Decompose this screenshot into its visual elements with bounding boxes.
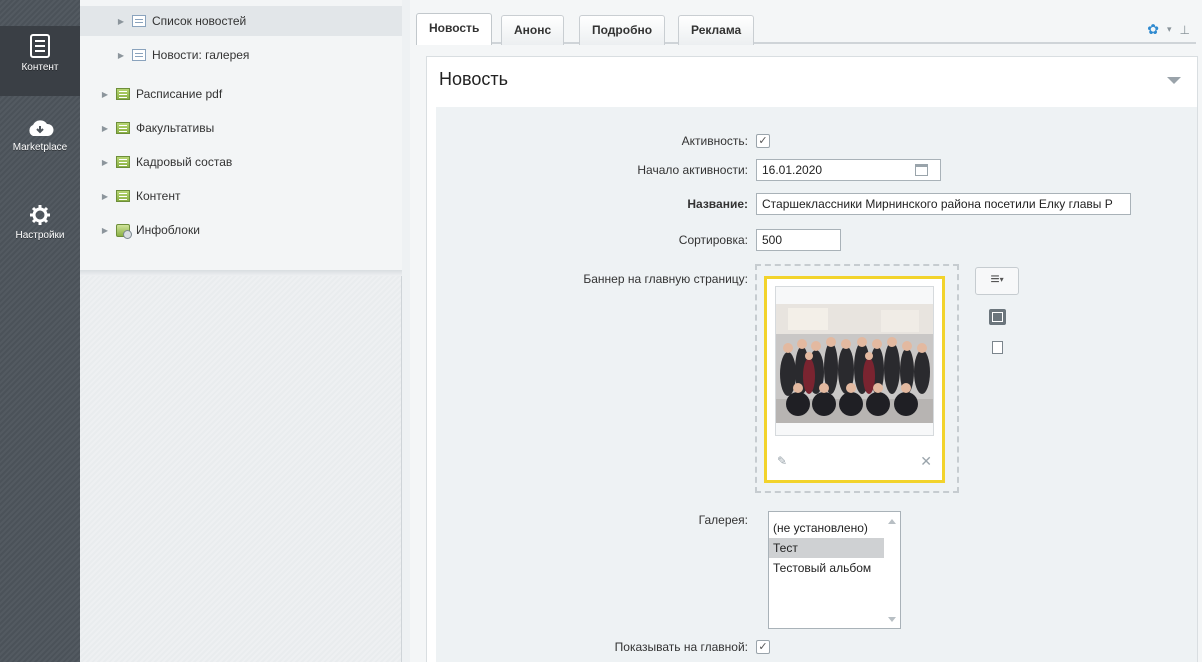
expand-arrow-icon[interactable]: ▶ [98, 124, 112, 133]
chevron-down-icon[interactable]: ▾ [1167, 24, 1172, 35]
pin-icon[interactable]: ⊥ [1180, 23, 1190, 37]
gallery-option[interactable]: (не установлено) [769, 518, 884, 538]
tree-item-news-list[interactable]: ▶ Список новостей [80, 6, 402, 36]
tree-item-infoblocks[interactable]: ▶ Инфоблоки [80, 215, 402, 245]
tree-item-label: Новости: галерея [152, 48, 250, 62]
active-label: Активность: [681, 134, 748, 148]
expand-arrow-icon[interactable]: ▶ [98, 226, 112, 235]
gear-icon[interactable]: ✿ [1147, 21, 1159, 38]
file-icon[interactable] [992, 341, 1003, 354]
section-title: Новость [439, 69, 509, 89]
list-icon [132, 15, 146, 27]
list-icon [132, 49, 146, 61]
cloud-download-icon [29, 120, 54, 136]
form-content: Новость Активность: ✓ Начало активности:… [426, 56, 1198, 662]
tree-item-label: Инфоблоки [136, 223, 200, 237]
folder-icon [116, 190, 130, 202]
banner-menu-button[interactable]: ≡▾ [975, 267, 1019, 295]
folder-icon [116, 156, 130, 168]
start-date-label: Начало активности: [637, 163, 748, 177]
gallery-option[interactable]: Тестовый альбом [769, 558, 884, 578]
main-panel: Новость Анонс Подробно Реклама ✿ ▾ ⊥ Нов… [410, 0, 1202, 662]
scroll-down-icon[interactable] [888, 617, 896, 622]
expand-arrow-icon[interactable]: ▶ [114, 51, 128, 60]
sort-input[interactable]: 500 [756, 229, 841, 251]
tree-item-news-gallery[interactable]: ▶ Новости: галерея [80, 40, 402, 70]
rail-label-marketplace: Marketplace [12, 142, 68, 153]
sort-label: Сортировка: [678, 233, 748, 247]
rail-item-settings[interactable]: Настройки [0, 204, 80, 264]
collapse-toggle-icon[interactable] [1167, 77, 1181, 84]
rail-label-content: Контент [21, 62, 59, 73]
tree-item-electives[interactable]: ▶ Факультативы [80, 113, 402, 143]
gear-icon [30, 205, 50, 225]
expand-arrow-icon[interactable]: ▶ [98, 192, 112, 201]
infoblock-icon [116, 223, 132, 239]
active-checkbox[interactable]: ✓ [756, 134, 770, 148]
expand-arrow-icon[interactable]: ▶ [98, 90, 112, 99]
tree-item-label: Расписание pdf [136, 87, 223, 101]
tree-item-label: Кадровый состав [136, 155, 233, 169]
expand-arrow-icon[interactable]: ▶ [98, 158, 112, 167]
banner-image-frame [775, 286, 934, 436]
expand-arrow-icon[interactable]: ▶ [114, 17, 128, 26]
banner-label: Баннер на главную страницу: [583, 272, 748, 286]
tree-item-label: Список новостей [152, 14, 247, 28]
show-main-label: Показывать на главной: [614, 640, 748, 654]
name-label: Название: [687, 197, 748, 211]
calendar-icon[interactable] [915, 164, 928, 176]
tab-tools: ✿ ▾ ⊥ [1147, 21, 1190, 38]
rail-item-marketplace[interactable]: Marketplace [0, 118, 80, 178]
rail-item-content[interactable]: Контент [0, 26, 80, 96]
rail-label-settings: Настройки [15, 230, 65, 241]
left-rail: Контент Marketplace Настройки [0, 0, 80, 662]
banner-image-card[interactable]: ✎ ✕ [764, 276, 945, 483]
gallery-label: Галерея: [698, 513, 748, 527]
delete-icon[interactable]: ✕ [920, 453, 932, 470]
show-main-checkbox[interactable]: ✓ [756, 640, 770, 654]
folder-icon [116, 122, 130, 134]
tab-details[interactable]: Подробно [579, 15, 666, 45]
scroll-up-icon[interactable] [888, 519, 896, 524]
tree-separator [80, 270, 402, 276]
document-icon [30, 34, 50, 58]
form-area: Активность: ✓ Начало активности: 16.01.2… [436, 107, 1197, 662]
gallery-option-selected[interactable]: Тест [769, 538, 884, 558]
folder-icon [116, 88, 130, 100]
tree-item-schedule-pdf[interactable]: ▶ Расписание pdf [80, 79, 402, 109]
tree-item-label: Факультативы [136, 121, 215, 135]
start-date-input[interactable]: 16.01.2020 [756, 159, 941, 181]
tab-ads[interactable]: Реклама [678, 15, 755, 45]
tree-item-staff[interactable]: ▶ Кадровый состав [80, 147, 402, 177]
banner-photo [776, 304, 933, 423]
tabs-bar: Новость Анонс Подробно Реклама ✿ ▾ ⊥ [416, 7, 1196, 45]
name-input[interactable]: Старшеклассники Мирнинского района посет… [756, 193, 1131, 215]
edit-icon[interactable]: ✎ [777, 454, 787, 468]
tree-item-content[interactable]: ▶ Контент [80, 181, 402, 211]
start-date-value: 16.01.2020 [762, 163, 823, 177]
gallery-listbox[interactable]: (не установлено) Тест Тестовый альбом [768, 511, 901, 629]
tab-news[interactable]: Новость [416, 13, 493, 45]
image-icon[interactable] [989, 309, 1006, 325]
tab-announce[interactable]: Анонс [501, 15, 565, 45]
tree-item-label: Контент [136, 189, 181, 203]
tree-panel: ▶ Список новостей ▶ Новости: галерея ▶ Р… [80, 0, 402, 662]
